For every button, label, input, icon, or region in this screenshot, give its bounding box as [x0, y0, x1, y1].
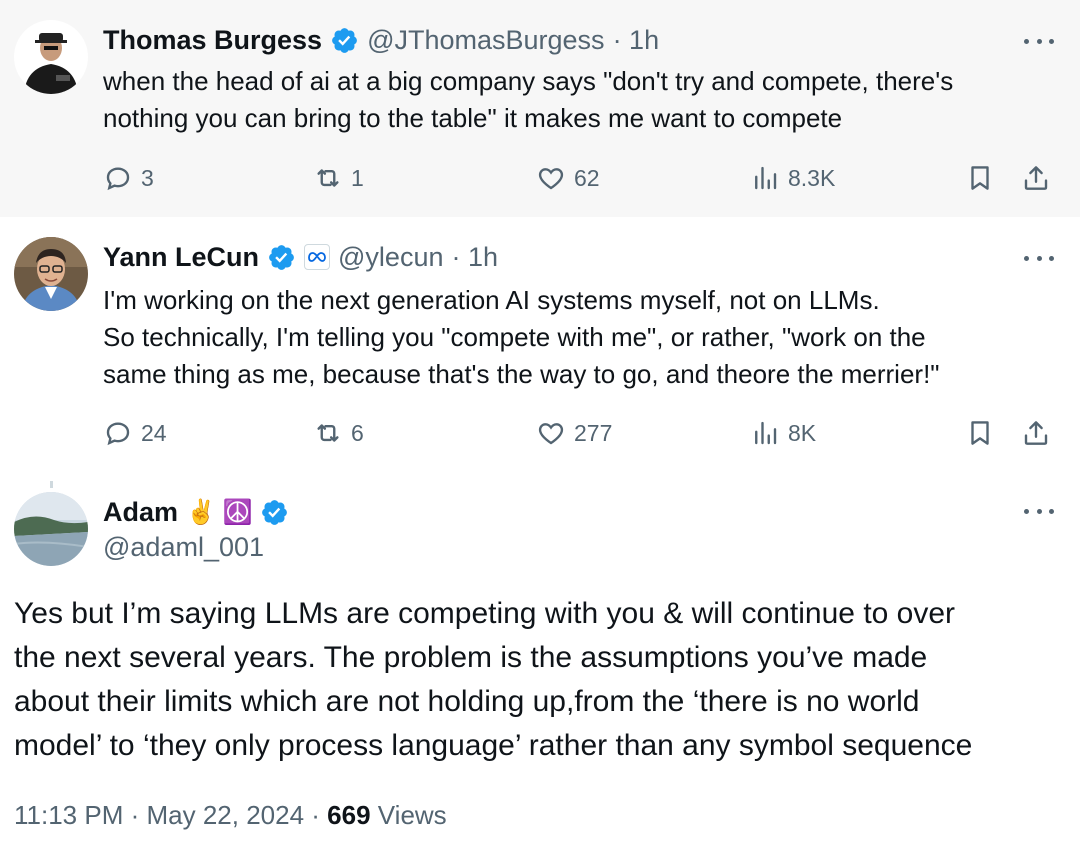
author-handle[interactable]: @adaml_001 — [103, 532, 264, 563]
author-name[interactable]: Adam — [103, 497, 178, 528]
like-count: 62 — [574, 164, 600, 191]
bookmark-button[interactable] — [965, 413, 995, 453]
views-count: 669 — [327, 800, 371, 830]
tweet-text: Yes but I’m saying LLMs are competing wi… — [14, 592, 1074, 768]
author-row: Adam ✌️ ☮️ — [103, 492, 289, 532]
more-options-icon[interactable] — [1024, 505, 1054, 517]
tweet-thomas-burgess[interactable]: Thomas Burgess @JThomasBurgess · 1h when… — [0, 0, 1080, 217]
verified-badge-icon — [269, 244, 294, 270]
bookmark-icon — [971, 421, 989, 445]
avatar[interactable] — [14, 20, 88, 94]
tweet-text: when the head of ai at a big company say… — [103, 63, 1053, 137]
tweet-text-line: So technically, I'm telling you "compete… — [103, 322, 926, 352]
meta-affiliation-icon[interactable] — [304, 244, 331, 270]
verified-badge-icon — [332, 27, 357, 53]
reply-count: 24 — [141, 419, 167, 446]
bookmark-icon — [971, 166, 989, 190]
tweet-text-line: model’ to ‘they only process language’ r… — [14, 729, 973, 762]
author-name[interactable]: Yann LeCun — [103, 242, 259, 273]
views-button[interactable]: 8.3K — [750, 158, 835, 198]
views-button[interactable]: 8K — [750, 413, 816, 453]
reply-button[interactable]: 3 — [103, 158, 154, 198]
author-name[interactable]: Thomas Burgess — [103, 25, 322, 56]
share-icon — [1024, 166, 1048, 190]
tweet-yann-lecun[interactable]: Yann LeCun @ylecun · 1h I'm working on t… — [0, 217, 1080, 481]
tweet-text-line: about their limits which are not holding… — [14, 685, 920, 718]
author-row: Thomas Burgess @JThomasBurgess · 1h — [103, 20, 659, 60]
action-bar: 3 1 62 8.3K — [103, 158, 1063, 198]
retweet-count: 6 — [351, 419, 364, 446]
separator-dot: · — [130, 800, 147, 830]
action-bar: 24 6 277 8K — [103, 413, 1063, 453]
tweet-metadata: 11:13 PM · May 22, 2024 · 669 Views — [14, 800, 447, 831]
tweet-text-line: I'm working on the next generation AI sy… — [103, 285, 880, 315]
retweet-icon — [317, 424, 339, 442]
analytics-icon — [755, 166, 777, 190]
bookmark-button[interactable] — [965, 158, 995, 198]
author-handle[interactable]: @ylecun — [338, 242, 443, 273]
tweet-text-line: when the head of ai at a big company say… — [103, 66, 954, 96]
reply-button[interactable]: 24 — [103, 413, 167, 453]
more-options-icon[interactable] — [1024, 35, 1054, 47]
avatar[interactable] — [14, 492, 88, 566]
share-icon — [1024, 421, 1048, 445]
timestamp[interactable]: · 1h — [613, 25, 660, 56]
separator-dot: · — [311, 800, 328, 830]
retweet-count: 1 — [351, 164, 364, 191]
author-row: Yann LeCun @ylecun · 1h — [103, 237, 498, 277]
heart-icon — [538, 168, 564, 190]
heart-icon — [538, 423, 564, 445]
retweet-button[interactable]: 6 — [313, 413, 364, 453]
tweet-text: I'm working on the next generation AI sy… — [103, 282, 1053, 393]
retweet-icon — [317, 169, 339, 187]
view-count: 8K — [788, 419, 817, 446]
like-button[interactable]: 62 — [536, 158, 600, 198]
retweet-button[interactable]: 1 — [313, 158, 364, 198]
reply-icon — [106, 422, 130, 446]
tweet-text-line: the next several years. The problem is t… — [14, 641, 928, 674]
post-date[interactable]: May 22, 2024 — [146, 800, 304, 830]
tweet-text-line: Yes but I’m saying LLMs are competing wi… — [14, 597, 956, 630]
share-button[interactable] — [1021, 158, 1051, 198]
tweet-text-line: same thing as me, because that's the way… — [103, 359, 940, 389]
reply-count: 3 — [141, 164, 154, 191]
tweet-text-line: nothing you can bring to the table" it m… — [103, 103, 843, 133]
post-time[interactable]: 11:13 PM — [14, 800, 123, 830]
like-count: 277 — [574, 419, 613, 446]
timestamp[interactable]: · 1h — [451, 242, 498, 273]
more-options-icon[interactable] — [1024, 252, 1054, 264]
views-label: Views — [377, 800, 447, 830]
name-emojis: ✌️ ☮️ — [186, 498, 253, 526]
verified-badge-icon — [262, 499, 288, 525]
share-button[interactable] — [1021, 413, 1051, 453]
reply-icon — [106, 167, 130, 191]
avatar[interactable] — [14, 237, 88, 311]
like-button[interactable]: 277 — [536, 413, 612, 453]
author-handle[interactable]: @JThomasBurgess — [367, 25, 605, 56]
view-count: 8.3K — [788, 164, 836, 191]
analytics-icon — [755, 421, 777, 445]
